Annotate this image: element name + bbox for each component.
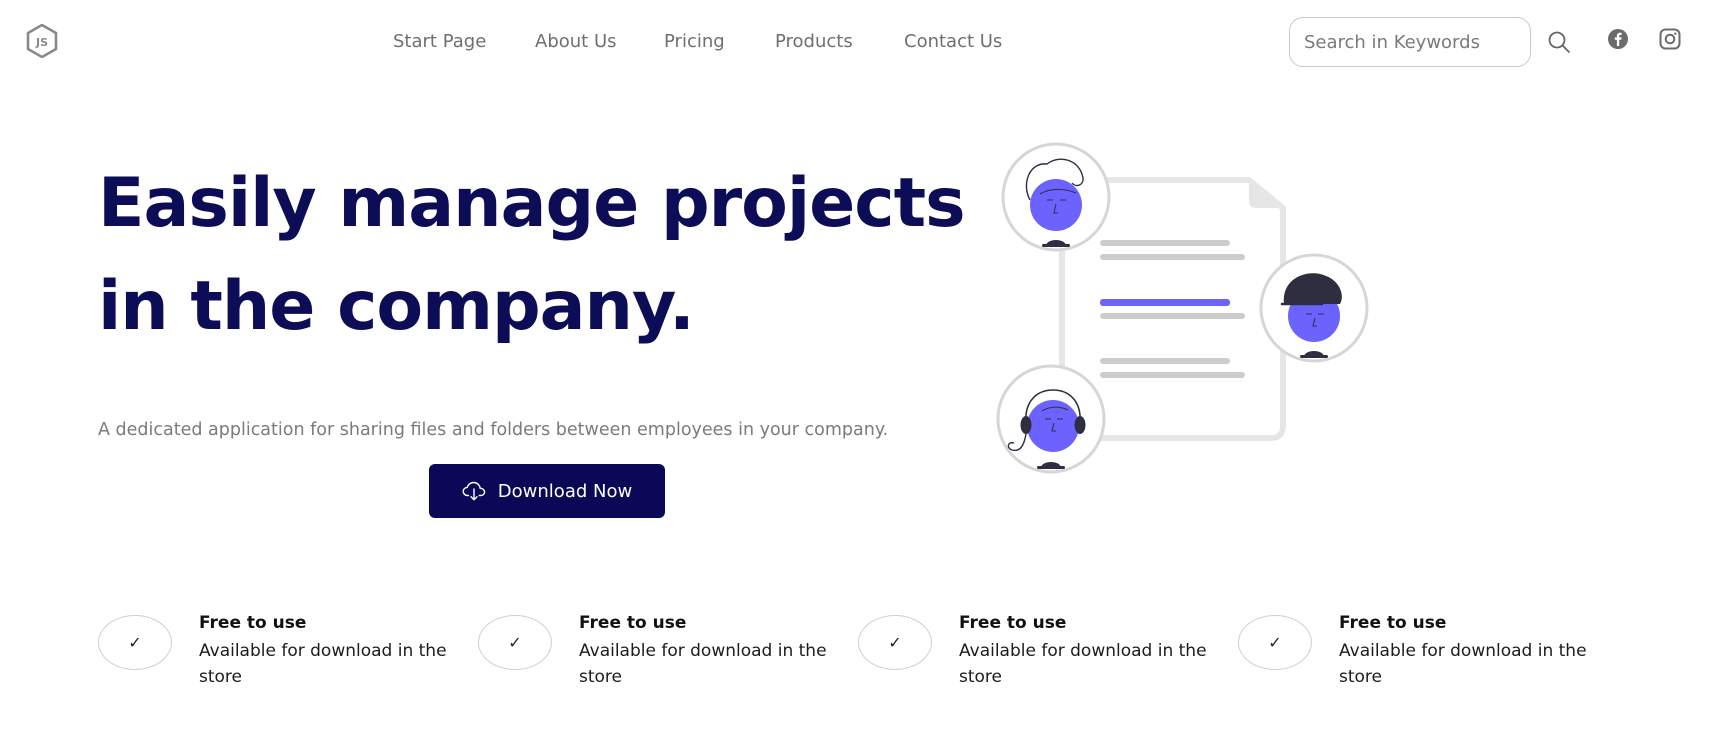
- nav-products[interactable]: Products: [775, 30, 853, 54]
- hero-title: Easily manage projects in the company.: [98, 164, 966, 346]
- check-icon: ✓: [858, 615, 932, 670]
- feature-description: Available for download in the store: [1339, 641, 1587, 687]
- feature-item: ✓ Free to use Available for download in …: [1238, 608, 1608, 688]
- nav-pricing[interactable]: Pricing: [664, 30, 725, 54]
- feature-title: Free to use: [199, 613, 307, 633]
- nav-about-us[interactable]: About Us: [535, 30, 617, 54]
- search-icon[interactable]: [1547, 30, 1571, 54]
- nav-start-page[interactable]: Start Page: [393, 30, 486, 54]
- instagram-icon[interactable]: [1659, 28, 1681, 50]
- feature-description: Available for download in the store: [579, 641, 827, 687]
- feature-item: ✓ Free to use Available for download in …: [478, 608, 848, 688]
- feature-item: ✓ Free to use Available for download in …: [98, 608, 468, 688]
- facebook-icon[interactable]: [1607, 28, 1629, 50]
- feature-item: ✓ Free to use Available for download in …: [858, 608, 1228, 688]
- feature-description: Available for download in the store: [199, 641, 447, 687]
- hero-subtitle: A dedicated application for sharing file…: [98, 420, 889, 440]
- check-icon: ✓: [478, 615, 552, 670]
- search-box: [1289, 17, 1531, 67]
- team-documents-illustration: [996, 142, 1369, 474]
- cloud-download-icon: [462, 481, 486, 501]
- download-now-button[interactable]: Download Now: [429, 464, 665, 518]
- feature-title: Free to use: [959, 613, 1067, 633]
- feature-title: Free to use: [579, 613, 687, 633]
- check-icon: ✓: [98, 615, 172, 670]
- feature-description: Available for download in the store: [959, 641, 1207, 687]
- nav-contact-us[interactable]: Contact Us: [904, 30, 1002, 54]
- search-input[interactable]: [1290, 18, 1514, 66]
- download-now-label: Download Now: [497, 480, 633, 502]
- feature-title: Free to use: [1339, 613, 1447, 633]
- check-icon: ✓: [1238, 615, 1312, 670]
